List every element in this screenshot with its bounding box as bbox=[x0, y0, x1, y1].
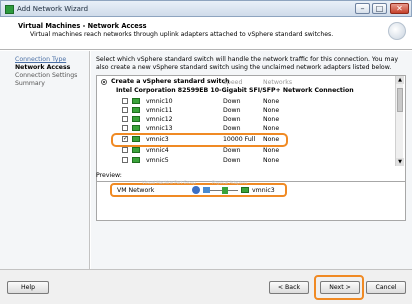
step-network-access: Network Access bbox=[15, 64, 71, 71]
cancel-button[interactable]: Cancel bbox=[366, 281, 406, 294]
maximize-button[interactable]: □ bbox=[372, 3, 387, 14]
step-summary: Summary bbox=[15, 80, 45, 87]
preview-label: Preview: bbox=[96, 172, 122, 179]
window-title: Add Network Wizard bbox=[17, 5, 89, 13]
nic-row-vmnic4[interactable]: vmnic4 Down None bbox=[97, 146, 397, 155]
network-preview-diagram: Virtual Machine Port Group Physical Adap… bbox=[110, 180, 287, 197]
nic-checkbox[interactable] bbox=[122, 98, 128, 104]
nic-row-vmnic12[interactable]: vmnic12 Down None bbox=[97, 115, 397, 124]
network-adapter-icon bbox=[132, 116, 140, 122]
nic-networks: None bbox=[263, 98, 280, 105]
nic-name: vmnic11 bbox=[146, 107, 173, 114]
port-group-label: VM Network bbox=[117, 187, 155, 194]
adapter-list-scrollbar[interactable]: ▲ ▼ bbox=[395, 76, 404, 166]
minimize-button[interactable]: – bbox=[355, 3, 370, 14]
nic-speed: Down bbox=[223, 157, 241, 164]
nic-speed: Down bbox=[223, 116, 241, 123]
networks-column-header: Networks bbox=[263, 79, 293, 86]
speed-column-header: Speed bbox=[223, 79, 243, 86]
nic-row-vmnic11[interactable]: vmnic11 Down None bbox=[97, 106, 397, 115]
instructions-text: Select which vSphere standard switch wil… bbox=[96, 56, 399, 71]
nic-networks: None bbox=[263, 116, 280, 123]
nic-row-vmnic10[interactable]: vmnic10 Down None bbox=[97, 97, 397, 106]
next-button[interactable]: Next > bbox=[320, 281, 360, 294]
nic-name: vmnic13 bbox=[146, 125, 173, 132]
nic-name: vmnic5 bbox=[146, 157, 169, 164]
back-button[interactable]: < Back bbox=[269, 281, 309, 294]
nic-networks: None bbox=[263, 157, 280, 164]
nic-name: vmnic4 bbox=[146, 147, 169, 154]
nic-checkbox[interactable] bbox=[122, 147, 128, 153]
nic-speed: Down bbox=[223, 98, 241, 105]
network-adapter-icon bbox=[132, 98, 140, 104]
nic-speed: Down bbox=[223, 107, 241, 114]
header-logo bbox=[388, 22, 406, 40]
vm-icon bbox=[203, 187, 210, 193]
nic-name: vmnic12 bbox=[146, 116, 173, 123]
scroll-up-icon[interactable]: ▲ bbox=[396, 76, 404, 84]
nic-networks: None bbox=[263, 107, 280, 114]
info-icon[interactable] bbox=[192, 186, 200, 194]
ghost-adapters-header: Physical Adapters bbox=[212, 180, 248, 185]
create-switch-label[interactable]: Create a vSphere standard switch bbox=[111, 78, 230, 85]
step-connection-settings: Connection Settings bbox=[15, 72, 78, 79]
ghost-portgroup-header: Virtual Machine Port Group bbox=[142, 180, 196, 185]
wizard-header: Virtual Machines - Network Access Virtua… bbox=[0, 17, 412, 50]
app-icon bbox=[5, 5, 14, 14]
nic-speed: Down bbox=[223, 125, 241, 132]
wizard-steps: Connection Type Network Access Connectio… bbox=[0, 51, 90, 269]
header-subtitle: Virtual machines reach networks through … bbox=[30, 31, 334, 38]
nic-name: vmnic10 bbox=[146, 98, 173, 105]
network-adapter-icon bbox=[241, 187, 249, 193]
nic-speed: Down bbox=[223, 147, 241, 154]
network-adapter-icon bbox=[132, 107, 140, 113]
close-button[interactable]: ✕ bbox=[390, 3, 409, 14]
main-content: Select which vSphere standard switch wil… bbox=[91, 51, 412, 269]
nic-checkbox[interactable] bbox=[122, 157, 128, 163]
nic-checkbox[interactable] bbox=[122, 125, 128, 131]
network-adapter-icon bbox=[132, 147, 140, 153]
nic-row-vmnic13[interactable]: vmnic13 Down None bbox=[97, 124, 397, 133]
step-connection-type[interactable]: Connection Type bbox=[15, 56, 66, 63]
highlight-selected-nic bbox=[111, 133, 288, 147]
nic-checkbox[interactable] bbox=[122, 107, 128, 113]
help-button[interactable]: Help bbox=[7, 281, 49, 294]
network-adapter-icon bbox=[132, 157, 140, 163]
nic-row-vmnic5[interactable]: vmnic5 Down None bbox=[97, 156, 397, 165]
switch-icon bbox=[222, 187, 228, 194]
nic-networks: None bbox=[263, 125, 280, 132]
title-bar: Add Network Wizard – □ ✕ bbox=[0, 0, 412, 17]
nic-networks: None bbox=[263, 147, 280, 154]
network-adapter-icon bbox=[132, 125, 140, 131]
nic-group-label: Intel Corporation 82599EB 10-Gigabit SFI… bbox=[116, 87, 354, 94]
nic-checkbox[interactable] bbox=[122, 116, 128, 122]
scroll-thumb[interactable] bbox=[397, 88, 403, 112]
wizard-footer: Help < Back Next > Cancel bbox=[0, 269, 412, 304]
scroll-down-icon[interactable]: ▼ bbox=[396, 158, 404, 166]
header-title: Virtual Machines - Network Access bbox=[18, 22, 147, 30]
uplink-label: vmnic3 bbox=[252, 187, 275, 194]
create-switch-radio[interactable] bbox=[101, 79, 107, 85]
